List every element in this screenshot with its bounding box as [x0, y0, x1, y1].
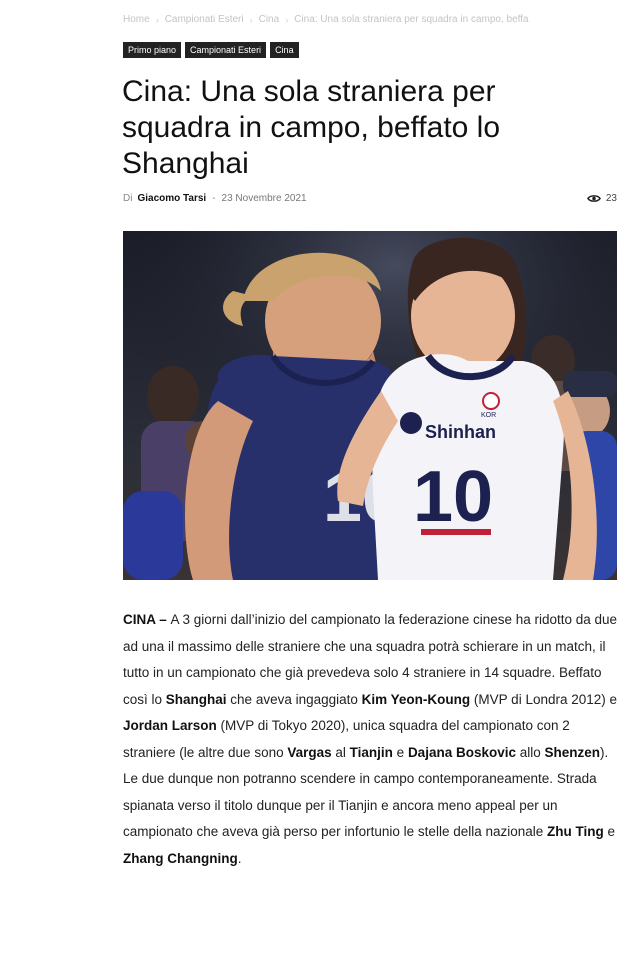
body-text-run: e — [392, 744, 408, 760]
tag-campionati-esteri[interactable]: Campionati Esteri — [185, 42, 267, 58]
body-bold-text: Shenzen — [544, 744, 601, 760]
breadcrumb-current: Cina: Una sola straniera per squadra in … — [294, 14, 529, 25]
body-bold-text: Kim Yeon-Koung — [361, 691, 471, 707]
view-count-value: 23 — [605, 193, 617, 204]
body-text-run: che aveva ingaggiato — [226, 691, 362, 707]
breadcrumb-home[interactable]: Home — [123, 14, 150, 25]
chevron-right-icon: › — [155, 14, 159, 25]
chevron-right-icon: › — [249, 14, 253, 25]
body-bold-text: Dajana Boskovic — [407, 744, 516, 760]
by-label: Di — [123, 193, 133, 204]
hero-photo: 10 Shinhan 10 KOR — [123, 231, 617, 580]
category-tags: Primo piano Campionati Esteri Cina — [123, 42, 299, 58]
view-count: 23 — [586, 193, 617, 204]
breadcrumb: Home › Campionati Esteri › Cina › Cina: … — [123, 14, 641, 25]
body-text-run: . — [237, 850, 242, 866]
hero-image: 10 Shinhan 10 KOR — [123, 231, 617, 580]
body-bold-text: Jordan Larson — [123, 718, 217, 733]
article-body: CINA – A 3 giorni dall’inizio del campio… — [123, 607, 619, 872]
body-bold-text: Tianjin — [349, 744, 393, 760]
body-bold-text: Zhu Ting — [547, 824, 604, 839]
body-bold-text: Shanghai — [165, 691, 227, 707]
body-text-run: (MVP di Londra 2012) e — [470, 691, 618, 707]
breadcrumb-campionati-esteri[interactable]: Campionati Esteri — [165, 14, 244, 25]
right-jersey-badge: KOR — [481, 412, 496, 419]
tag-cina[interactable]: Cina — [270, 42, 299, 58]
breadcrumb-cina[interactable]: Cina — [259, 14, 280, 25]
article-meta: Di Giacomo Tarsi - 23 Novembre 2021 23 — [123, 193, 617, 204]
eye-icon — [586, 195, 601, 202]
article-title: Cina: Una sola straniera per squadra in … — [122, 75, 501, 180]
body-bold-text: CINA – — [123, 612, 171, 627]
body-bold-text: Zhang Changning — [123, 850, 238, 866]
body-text-run: allo — [515, 744, 545, 760]
meta-separator: - — [212, 193, 216, 204]
chevron-right-icon: › — [285, 14, 289, 25]
body-bold-text: Vargas — [287, 744, 332, 760]
body-text-run: al — [331, 744, 350, 760]
right-jersey-number: 10 — [413, 457, 493, 537]
author-link[interactable]: Giacomo Tarsi — [137, 193, 206, 204]
publish-date: 23 Novembre 2021 — [221, 193, 307, 204]
tag-primo-piano[interactable]: Primo piano — [123, 42, 182, 58]
body-text-run: e — [603, 824, 616, 839]
right-jersey-sponsor: Shinhan — [425, 422, 496, 442]
